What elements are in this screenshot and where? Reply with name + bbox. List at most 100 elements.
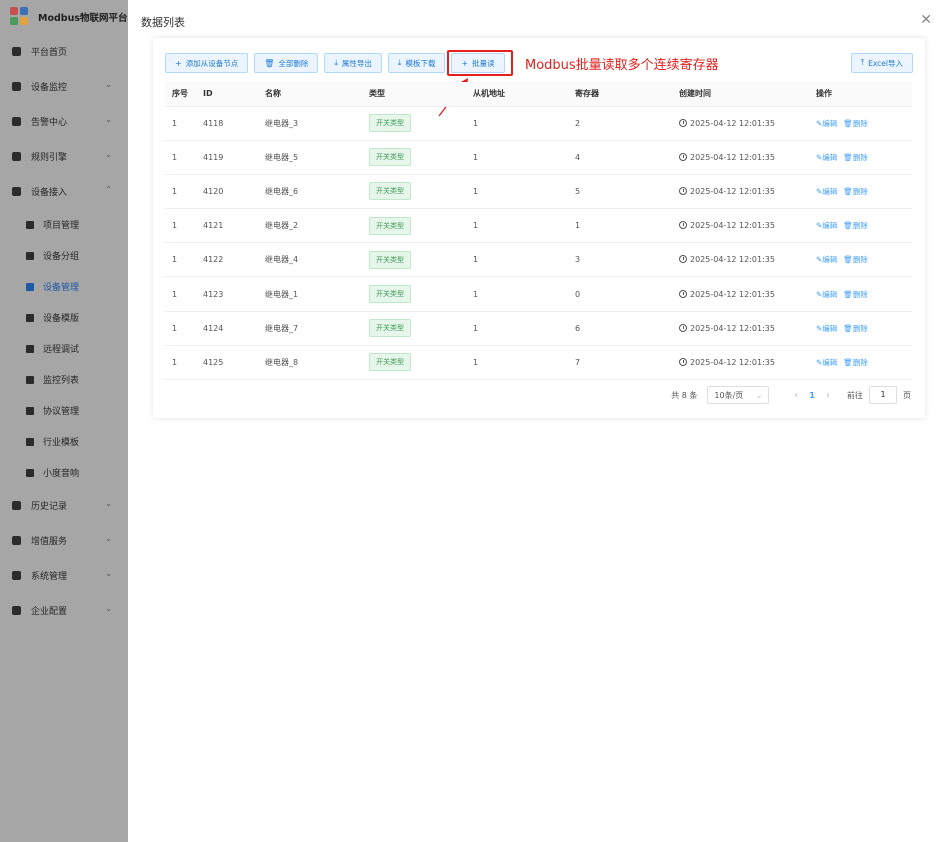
created-time: 2025-04-12 12:01:35 bbox=[679, 221, 775, 230]
delete-all-button[interactable]: 🗑全部删除 bbox=[254, 53, 318, 73]
sidebar-item-1[interactable]: 设备监控⌄ bbox=[0, 69, 128, 104]
delete-link[interactable]: 🗑删除 bbox=[843, 221, 868, 230]
export-attr-button[interactable]: ⤓属性导出 bbox=[324, 53, 382, 73]
sidebar-item-4[interactable]: 设备接入⌃ bbox=[0, 174, 128, 209]
alarm-icon bbox=[12, 117, 21, 126]
cell-type: 开关类型 bbox=[362, 311, 466, 345]
edit-link[interactable]: ✎编辑 bbox=[816, 290, 837, 299]
sidebar-item-2[interactable]: 告警中心⌄ bbox=[0, 104, 128, 139]
sidebar-subitem-3[interactable]: 设备模版 bbox=[0, 302, 128, 333]
sidebar-bottom-item-3[interactable]: 企业配置⌄ bbox=[0, 593, 128, 628]
type-tag: 开关类型 bbox=[369, 319, 411, 337]
column-header: ID bbox=[196, 82, 258, 106]
cell-name: 继电器_3 bbox=[258, 106, 362, 140]
group-icon bbox=[26, 252, 34, 260]
sidebar-subitem-2[interactable]: 设备管理 bbox=[0, 271, 128, 302]
cell-type: 开关类型 bbox=[362, 209, 466, 243]
edit-link[interactable]: ✎编辑 bbox=[816, 358, 837, 367]
created-time: 2025-04-12 12:01:35 bbox=[679, 255, 775, 264]
delete-link[interactable]: 🗑删除 bbox=[843, 119, 868, 128]
created-time-text: 2025-04-12 12:01:35 bbox=[690, 255, 775, 264]
cell-slave-address: 1 bbox=[466, 277, 568, 311]
created-time-text: 2025-04-12 12:01:35 bbox=[690, 153, 775, 162]
current-page[interactable]: 1 bbox=[809, 391, 815, 400]
download-template-button[interactable]: ⤓模板下载 bbox=[388, 53, 446, 73]
trash-icon: 🗑 bbox=[843, 119, 853, 128]
delete-link[interactable]: 🗑删除 bbox=[843, 255, 868, 264]
page-size-select[interactable]: 10条/页 ⌄ bbox=[707, 386, 769, 404]
cell-type: 开关类型 bbox=[362, 140, 466, 174]
created-time: 2025-04-12 12:01:35 bbox=[679, 187, 775, 196]
cell-register: 6 bbox=[568, 311, 672, 345]
dashboard-icon bbox=[12, 47, 21, 56]
edit-link[interactable]: ✎编辑 bbox=[816, 187, 837, 196]
data-table: 序号ID名称类型从机地址寄存器创建时间操作 14118继电器_3开关类型1220… bbox=[165, 82, 912, 380]
delete-link[interactable]: 🗑删除 bbox=[843, 358, 868, 367]
edit-link[interactable]: ✎编辑 bbox=[816, 153, 837, 162]
sidebar-subitem-1[interactable]: 设备分组 bbox=[0, 240, 128, 271]
list-icon bbox=[26, 407, 34, 415]
cell-seq: 1 bbox=[165, 106, 196, 140]
sidebar-item-3[interactable]: 规则引擎⌄ bbox=[0, 139, 128, 174]
goto-page-input[interactable]: 1 bbox=[869, 386, 897, 404]
sidebar-bottom-item-1[interactable]: 增值服务⌄ bbox=[0, 523, 128, 558]
row-actions: ✎编辑 🗑删除 bbox=[816, 119, 874, 128]
type-tag: 开关类型 bbox=[369, 217, 411, 235]
cell-actions: ✎编辑 🗑删除 bbox=[809, 140, 912, 174]
sidebar-item-0[interactable]: 平台首页 bbox=[0, 34, 128, 69]
clock-icon bbox=[679, 187, 687, 195]
next-page-icon[interactable]: › bbox=[826, 390, 830, 401]
sidebar-subitem-7[interactable]: 行业模板 bbox=[0, 426, 128, 457]
cell-id: 4118 bbox=[196, 106, 258, 140]
page-suffix: 页 bbox=[903, 390, 911, 401]
menu-item-label: 小度音响 bbox=[43, 466, 79, 479]
add-node-button[interactable]: +添加从设备节点 bbox=[165, 53, 248, 73]
chevron-down-icon: ⌄ bbox=[105, 80, 112, 89]
menu-item-label: 远程调试 bbox=[43, 342, 79, 355]
excel-import-button[interactable]: ⤒Excel导入 bbox=[851, 53, 913, 73]
type-tag: 开关类型 bbox=[369, 353, 411, 371]
sidebar-subitem-8[interactable]: 小度音响 bbox=[0, 457, 128, 488]
cell-register: 3 bbox=[568, 243, 672, 277]
delete-link[interactable]: 🗑删除 bbox=[843, 153, 868, 162]
sidebar-bottom-item-0[interactable]: 历史记录⌄ bbox=[0, 488, 128, 523]
delete-link[interactable]: 🗑删除 bbox=[843, 290, 868, 299]
cell-seq: 1 bbox=[165, 243, 196, 277]
cell-name: 继电器_5 bbox=[258, 140, 362, 174]
sidebar-subitem-6[interactable]: 协议管理 bbox=[0, 395, 128, 426]
created-time: 2025-04-12 12:01:35 bbox=[679, 324, 775, 333]
sidebar-subitem-4[interactable]: 远程调试 bbox=[0, 333, 128, 364]
trash-icon: 🗑 bbox=[264, 59, 274, 68]
table-row: 14123继电器_1开关类型102025-04-12 12:01:35✎编辑🗑删… bbox=[165, 277, 912, 311]
close-icon[interactable]: ✕ bbox=[920, 12, 932, 28]
prev-page-icon[interactable]: ‹ bbox=[794, 390, 798, 401]
sidebar-bottom-item-2[interactable]: 系统管理⌄ bbox=[0, 558, 128, 593]
menu-item-label: 增值服务 bbox=[31, 534, 67, 547]
batch-read-button[interactable]: +批量读 bbox=[451, 53, 504, 73]
edit-link[interactable]: ✎编辑 bbox=[816, 221, 837, 230]
cell-name: 继电器_6 bbox=[258, 174, 362, 208]
edit-link[interactable]: ✎编辑 bbox=[816, 324, 837, 333]
table-row: 14122继电器_4开关类型132025-04-12 12:01:35✎编辑🗑删… bbox=[165, 243, 912, 277]
delete-link[interactable]: 🗑删除 bbox=[843, 324, 868, 333]
chevron-down-icon: ⌄ bbox=[756, 391, 763, 400]
sidebar-subitem-0[interactable]: 项目管理 bbox=[0, 209, 128, 240]
cell-id: 4124 bbox=[196, 311, 258, 345]
menu-item-label: 设备接入 bbox=[31, 185, 67, 198]
data-card: +添加从设备节点 🗑全部删除 ⤓属性导出 ⤓模板下载 +批量读 ⤒Excel导入… bbox=[153, 38, 925, 418]
upload-icon: ⤒ bbox=[861, 58, 865, 68]
edit-link[interactable]: ✎编辑 bbox=[816, 119, 837, 128]
edit-link[interactable]: ✎编辑 bbox=[816, 255, 837, 264]
menu-item-label: 项目管理 bbox=[43, 218, 79, 231]
trash-icon: 🗑 bbox=[843, 358, 853, 367]
menu-item-label: 设备模版 bbox=[43, 311, 79, 324]
trash-icon: 🗑 bbox=[843, 255, 853, 264]
project-icon bbox=[26, 221, 34, 229]
delete-link[interactable]: 🗑删除 bbox=[843, 187, 868, 196]
menu-item-label: 监控列表 bbox=[43, 373, 79, 386]
goto-label: 前往 bbox=[847, 390, 863, 401]
sidebar-subitem-5[interactable]: 监控列表 bbox=[0, 364, 128, 395]
industry-icon bbox=[26, 438, 34, 446]
cell-slave-address: 1 bbox=[466, 243, 568, 277]
camera-icon bbox=[26, 376, 34, 384]
